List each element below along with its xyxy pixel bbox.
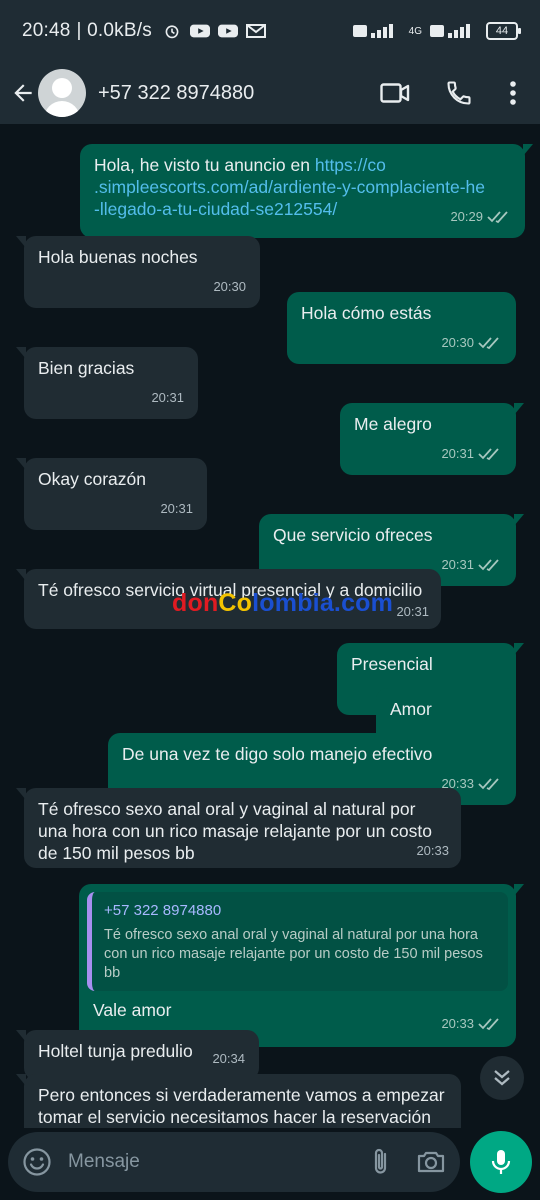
message-text: Me alegro (354, 414, 432, 434)
contact-name[interactable]: +57 322 8974880 (98, 82, 254, 105)
message-text: Bien gracias (38, 358, 135, 378)
message-meta: 20:31 (441, 554, 502, 576)
read-ticks-icon (478, 1018, 499, 1031)
message-meta: 20:31 (441, 443, 502, 465)
message-time: 20:30 (441, 335, 474, 350)
voice-call-button[interactable] (442, 76, 476, 110)
voice-message-button[interactable] (470, 1131, 532, 1193)
network-speed: | 0.0kB/s (76, 20, 152, 41)
message-text: Amor (390, 699, 432, 719)
read-ticks-icon (478, 337, 499, 350)
watermark-part-2: Co (218, 589, 253, 617)
double-chevron-down-icon (494, 1070, 510, 1086)
more-options-icon (510, 81, 516, 105)
message-text: De una vez te digo solo manejo efectivo (122, 744, 433, 764)
chat-area[interactable]: Hola, he visto tu anuncio en https://co … (0, 124, 540, 1128)
message-bubble-incoming[interactable]: Pero entonces si verdaderamente vamos a … (16, 1074, 461, 1128)
video-call-button[interactable] (378, 76, 412, 110)
message-meta: 20:29 (450, 206, 511, 228)
emoji-icon[interactable] (22, 1147, 52, 1177)
message-time: 20:33 (416, 843, 449, 858)
message-text: Holtel tunja predulio (38, 1041, 193, 1061)
quoted-text: Té ofresco sexo anal oral y vaginal al n… (104, 927, 483, 981)
message-meta: 20:30 (441, 332, 502, 354)
message-bubble-outgoing[interactable]: Me alegro 20:31 (340, 403, 524, 475)
message-time: 20:31 (441, 557, 474, 572)
network-type: 4G (408, 25, 422, 37)
read-ticks-icon (478, 448, 499, 461)
battery-icon: 44 (486, 22, 521, 40)
message-meta: 20:33 (441, 1013, 502, 1035)
quoted-message[interactable]: +57 322 8974880 Té ofresco sexo anal ora… (87, 892, 508, 991)
avatar[interactable] (38, 69, 86, 117)
message-bubble-incoming[interactable]: Té ofresco sexo anal oral y vaginal al n… (16, 788, 461, 868)
message-bubble-incoming[interactable]: Okay corazón 20:31 (16, 458, 207, 530)
status-time: 20:48 (22, 20, 71, 41)
message-text: Presencial (351, 654, 433, 674)
status-bar: 20:48 | 0.0kB/s 4G 44 (0, 0, 540, 62)
volte-signal-icon (352, 24, 393, 38)
back-arrow-icon (14, 84, 32, 102)
message-time: 20:30 (213, 279, 246, 294)
watermark: donColombia.com (172, 589, 393, 618)
youtube-icon-2 (217, 24, 238, 38)
message-text: Vale amor (93, 1000, 172, 1020)
watermark-part-1: don (172, 589, 219, 617)
message-bubble-incoming[interactable]: Holtel tunja predulio 20:34 (16, 1030, 259, 1080)
message-bubble-incoming[interactable]: Hola buenas noches 20:30 (16, 236, 260, 308)
message-time: 20:33 (441, 1016, 474, 1031)
message-bubble-incoming[interactable]: Bien gracias 20:31 (16, 347, 198, 419)
scroll-to-bottom-button[interactable] (480, 1056, 524, 1100)
message-text: Pero entonces si verdaderamente vamos a … (38, 1085, 445, 1127)
watermark-part-3: lombia.com (252, 589, 394, 617)
alarm-icon (165, 25, 179, 39)
volte-signal-icon-2 (430, 24, 470, 38)
paperclip-icon (374, 1148, 387, 1174)
camera-icon (417, 1151, 445, 1173)
message-time: 20:31 (151, 390, 184, 405)
message-bubble-outgoing[interactable]: Hola, he visto tu anuncio en https://co … (80, 144, 533, 238)
read-ticks-icon (478, 559, 499, 572)
chat-header: +57 322 8974880 (0, 62, 540, 124)
camera-button[interactable] (416, 1147, 446, 1177)
read-ticks-icon (487, 211, 508, 224)
message-time: 20:34 (212, 1051, 245, 1066)
message-input[interactable] (68, 1151, 346, 1173)
message-bubble-outgoing-reply[interactable]: +57 322 8974880 Té ofresco sexo anal ora… (79, 884, 524, 1047)
message-text: Hola cómo estás (301, 303, 432, 323)
microphone-icon (491, 1150, 511, 1174)
message-text: Que servicio ofreces (273, 525, 433, 545)
message-text: Té ofresco sexo anal oral y vaginal al n… (38, 799, 432, 863)
message-bubble-outgoing[interactable]: Hola cómo estás 20:30 (287, 292, 516, 364)
youtube-icon (189, 24, 210, 38)
message-time: 20:31 (396, 604, 429, 619)
phone-icon (447, 81, 471, 105)
message-composer (8, 1132, 460, 1192)
gmail-icon (245, 24, 266, 38)
read-ticks-icon (478, 778, 499, 791)
more-options-button[interactable] (506, 76, 520, 110)
back-button[interactable] (8, 73, 38, 113)
message-text: Hola, he visto tu anuncio en (94, 155, 315, 175)
quoted-sender: +57 322 8974880 (104, 902, 222, 919)
message-text: Hola buenas noches (38, 247, 198, 267)
message-text: Okay corazón (38, 469, 146, 489)
video-call-icon (380, 83, 410, 103)
message-time: 20:31 (441, 446, 474, 461)
message-time: 20:31 (160, 501, 193, 516)
attach-button[interactable] (366, 1147, 396, 1177)
message-time: 20:29 (450, 209, 483, 224)
